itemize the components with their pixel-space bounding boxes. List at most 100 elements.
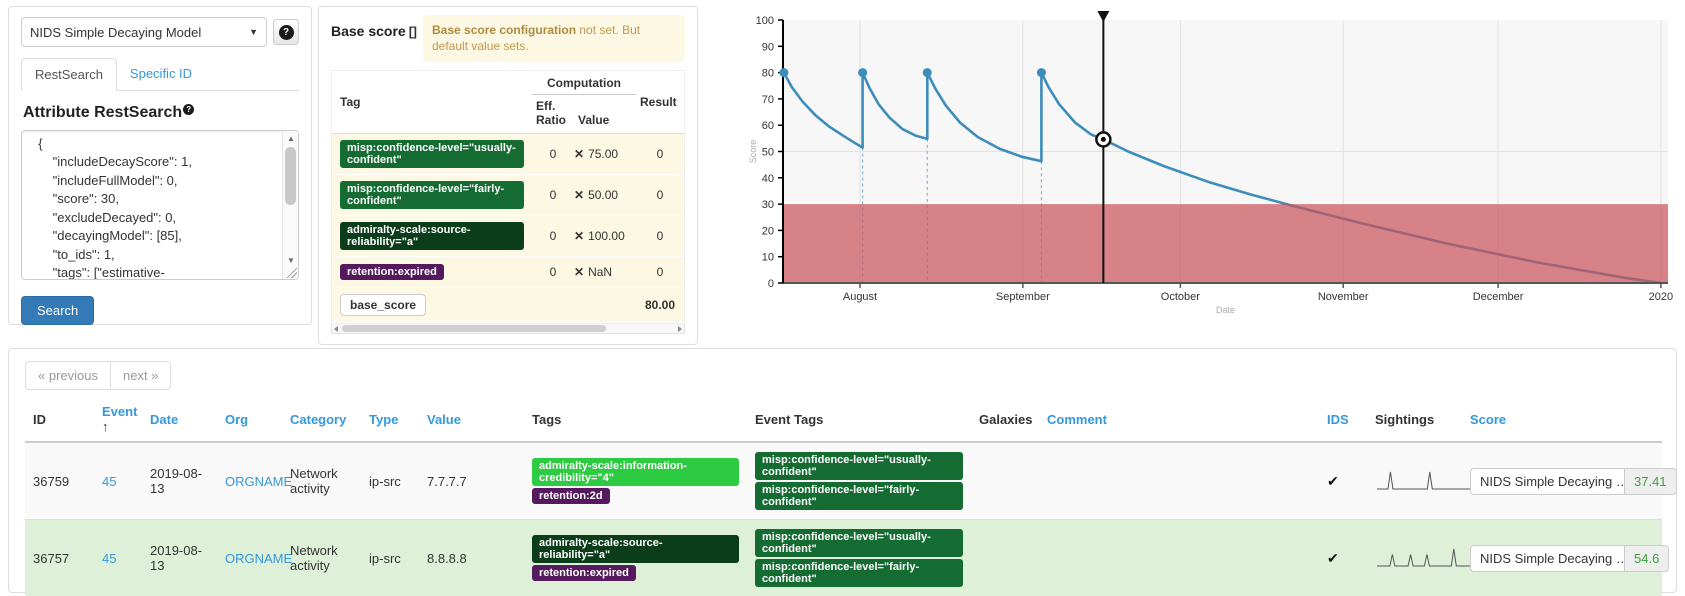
search-tabs: RestSearch Specific ID bbox=[21, 57, 299, 91]
tag-numeric-value: 75.00 bbox=[588, 147, 618, 161]
scroll-down-icon[interactable]: ▼ bbox=[283, 253, 299, 267]
attr-galaxies bbox=[971, 442, 1039, 520]
attr-value: 7.7.7.7 bbox=[419, 442, 524, 520]
tag-badge[interactable]: retention:expired bbox=[532, 565, 636, 581]
scroll-up-icon[interactable]: ▲ bbox=[283, 131, 299, 145]
attr-type: ip-src bbox=[361, 520, 419, 596]
org-link[interactable]: ORGNAME bbox=[225, 551, 292, 566]
model-search-panel: NIDS Simple Decaying Model ▼ ? RestSearc… bbox=[8, 6, 312, 325]
col-event-sortable[interactable]: Event ↑ bbox=[94, 398, 142, 442]
tab-restsearch[interactable]: RestSearch bbox=[21, 58, 117, 91]
event-tag-badge[interactable]: misp:confidence-level="fairly-confident" bbox=[755, 482, 963, 510]
decaying-model-select-value: NIDS Simple Decaying Model bbox=[30, 25, 201, 40]
model-help-button[interactable]: ? bbox=[273, 19, 299, 45]
multiply-icon: ✕ bbox=[574, 265, 584, 279]
svg-text:10: 10 bbox=[762, 252, 774, 264]
tag-badge[interactable]: admiralty-scale:source-reliability="a" bbox=[340, 222, 524, 250]
sort-ascending-icon: ↑ bbox=[102, 419, 109, 434]
results-header-row: ID Event ↑ Date Org Category Type Value … bbox=[25, 398, 1662, 442]
score-model-name: NIDS Simple Decaying … bbox=[1470, 545, 1625, 572]
tag-numeric-value: NaN bbox=[588, 265, 612, 279]
event-tag-badge[interactable]: misp:confidence-level="usually-confident… bbox=[755, 529, 963, 557]
attr-galaxies bbox=[971, 520, 1039, 596]
attr-id: 36759 bbox=[25, 442, 94, 520]
scrollbar-thumb[interactable] bbox=[342, 325, 606, 332]
base-score-panel: Base score[ ] Base score configuration n… bbox=[318, 6, 698, 345]
base-score-row: retention:expired 0 ✕NaN 0 bbox=[332, 257, 684, 288]
attribute-row[interactable]: 36759 45 2019-08-13 ORGNAME Network acti… bbox=[25, 442, 1662, 520]
row-result: 0 bbox=[636, 188, 684, 202]
base-score-row: misp:confidence-level="usually-confident… bbox=[332, 134, 684, 175]
eff-ratio-value: 0 bbox=[532, 229, 574, 243]
col-id: ID bbox=[25, 398, 94, 442]
score-value: 37.41 bbox=[1625, 468, 1677, 495]
multiply-icon: ✕ bbox=[574, 147, 584, 161]
restsearch-query-text[interactable]: { "includeDecayScore": 1, "includeFullMo… bbox=[22, 131, 298, 279]
col-comment-sortable[interactable]: Comment bbox=[1039, 398, 1319, 442]
base-score-total-value: 80.00 bbox=[636, 298, 684, 312]
tag-badge[interactable]: misp:confidence-level="usually-confident… bbox=[340, 140, 524, 168]
decaying-model-tool-page: NIDS Simple Decaying Model ▼ ? RestSearc… bbox=[0, 0, 1685, 596]
tag-badge[interactable]: admiralty-scale:source-reliability="a" bbox=[532, 535, 739, 563]
restsearch-query-textarea[interactable]: { "includeDecayScore": 1, "includeFullMo… bbox=[21, 130, 299, 280]
org-link[interactable]: ORGNAME bbox=[225, 474, 292, 489]
col-category-sortable[interactable]: Category bbox=[282, 398, 361, 442]
event-tag-badge[interactable]: misp:confidence-level="fairly-confident" bbox=[755, 559, 963, 587]
svg-text:0: 0 bbox=[768, 278, 774, 290]
event-link[interactable]: 45 bbox=[102, 551, 116, 566]
col-score-sortable[interactable]: Score bbox=[1462, 398, 1662, 442]
heading-help-icon[interactable]: ? bbox=[183, 104, 194, 115]
expand-icon[interactable]: [ ] bbox=[409, 24, 415, 39]
base-score-title: Base score[ ] bbox=[331, 15, 415, 39]
event-tag-badge[interactable]: misp:confidence-level="usually-confident… bbox=[755, 452, 963, 480]
scrollbar-thumb[interactable] bbox=[285, 147, 296, 205]
tab-specific-id[interactable]: Specific ID bbox=[117, 58, 205, 91]
col-header-eff-ratio: Eff. Ratio bbox=[532, 95, 574, 133]
base-score-config-alert: Base score configuration not set. But de… bbox=[423, 15, 685, 62]
search-button[interactable]: Search bbox=[21, 296, 94, 325]
svg-text:30: 30 bbox=[762, 199, 774, 211]
event-link[interactable]: 45 bbox=[102, 474, 116, 489]
attr-value: 8.8.8.8 bbox=[419, 520, 524, 596]
decaying-model-select[interactable]: NIDS Simple Decaying Model ▼ bbox=[21, 17, 267, 47]
attr-comment bbox=[1039, 442, 1319, 520]
svg-text:Score: Score bbox=[748, 140, 758, 164]
col-ids-sortable[interactable]: IDS bbox=[1319, 398, 1367, 442]
tag-numeric-value: 50.00 bbox=[588, 188, 618, 202]
svg-text:100: 100 bbox=[756, 15, 774, 27]
tag-badge[interactable]: retention:2d bbox=[532, 488, 610, 504]
row-result: 0 bbox=[636, 147, 684, 161]
svg-text:70: 70 bbox=[762, 94, 774, 106]
attr-date: 2019-08-13 bbox=[142, 442, 217, 520]
scroll-right-icon[interactable] bbox=[678, 326, 682, 332]
table-horizontal-scrollbar[interactable] bbox=[331, 324, 685, 334]
eff-ratio-value: 0 bbox=[532, 265, 574, 279]
next-page-button[interactable]: next » bbox=[110, 361, 171, 390]
previous-page-button[interactable]: « previous bbox=[25, 361, 111, 390]
col-org-sortable[interactable]: Org bbox=[217, 398, 282, 442]
base-score-row: admiralty-scale:source-reliability="a" 0… bbox=[332, 216, 684, 257]
textarea-scrollbar[interactable]: ▲ ▼ bbox=[282, 131, 298, 279]
svg-text:Date: Date bbox=[1216, 305, 1235, 315]
tag-numeric-value: 100.00 bbox=[588, 229, 625, 243]
col-date-sortable[interactable]: Date bbox=[142, 398, 217, 442]
tag-badge[interactable]: admiralty-scale:information-credibility=… bbox=[532, 458, 739, 486]
col-type-sortable[interactable]: Type bbox=[361, 398, 419, 442]
base-score-row: misp:confidence-level="fairly-confident"… bbox=[332, 175, 684, 216]
score-model-name: NIDS Simple Decaying … bbox=[1470, 468, 1625, 495]
scroll-left-icon[interactable] bbox=[334, 326, 338, 332]
svg-text:September: September bbox=[996, 291, 1050, 303]
pagination-top: « previous next » bbox=[25, 361, 171, 390]
tag-badge[interactable]: retention:expired bbox=[340, 264, 444, 280]
attribute-row[interactable]: 36757 45 2019-08-13 ORGNAME Network acti… bbox=[25, 520, 1662, 596]
tag-badge[interactable]: misp:confidence-level="fairly-confident" bbox=[340, 181, 524, 209]
col-value-sortable[interactable]: Value bbox=[419, 398, 524, 442]
decay-score-chart[interactable]: 0102030405060708090100AugustSeptemberOct… bbox=[700, 0, 1685, 318]
textarea-resize-grip[interactable] bbox=[285, 266, 297, 278]
col-header-computation: Computation bbox=[532, 71, 636, 95]
select-caret-icon: ▼ bbox=[249, 27, 258, 37]
svg-text:60: 60 bbox=[762, 120, 774, 132]
col-sightings: Sightings bbox=[1367, 398, 1462, 442]
svg-text:50: 50 bbox=[762, 147, 774, 159]
base-score-total-row: base_score 80.00 bbox=[332, 288, 684, 323]
